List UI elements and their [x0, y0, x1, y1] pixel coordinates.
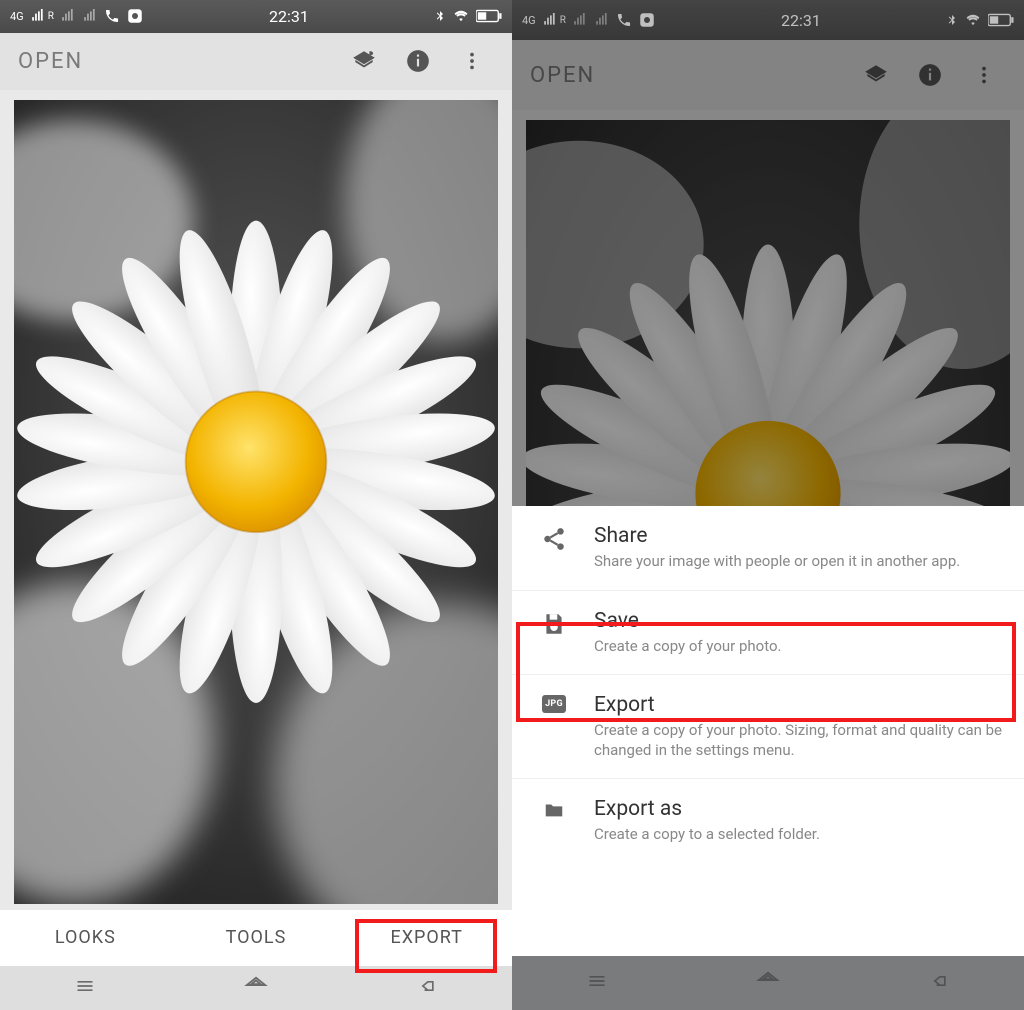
signal-bars-dim2-icon	[594, 13, 610, 27]
home-icon	[242, 975, 270, 997]
status-right-group	[434, 8, 502, 24]
folder-icon	[541, 799, 567, 821]
status-time: 22:31	[144, 7, 434, 26]
bluetooth-icon	[434, 8, 446, 24]
sheet-title: Export as	[594, 797, 1004, 821]
nav-home-button[interactable]	[242, 975, 270, 1001]
nav-back-button[interactable]	[414, 976, 440, 1000]
layers-undo-icon	[351, 48, 377, 74]
info-icon	[917, 62, 943, 88]
nav-back-button[interactable]	[926, 971, 952, 995]
device-nav-bar	[0, 966, 512, 1010]
status-carrier: 4G	[10, 10, 24, 23]
sheet-item-save[interactable]: Save Create a copy of your photo.	[512, 590, 1024, 675]
status-carrier: 4G	[522, 14, 536, 27]
camera-app-icon	[638, 11, 656, 29]
sheet-desc: Create a copy of your photo. Sizing, for…	[594, 721, 1004, 760]
phone-icon	[104, 8, 120, 24]
info-button[interactable]	[396, 39, 440, 83]
signal-bars-icon	[30, 9, 46, 23]
hamburger-icon	[72, 976, 98, 996]
sheet-title: Save	[594, 609, 1004, 633]
wifi-icon	[452, 9, 470, 23]
edited-photo[interactable]	[14, 100, 498, 904]
save-icon	[541, 611, 567, 637]
device-nav-bar	[512, 956, 1024, 1010]
sheet-desc: Create a copy of your photo.	[594, 637, 1004, 657]
camera-app-icon	[126, 7, 144, 25]
nav-home-button[interactable]	[754, 970, 782, 996]
layers-undo-icon	[863, 62, 889, 88]
undo-stack-button[interactable]	[854, 53, 898, 97]
phone-icon	[616, 12, 632, 28]
info-button[interactable]	[908, 53, 952, 97]
status-time: 22:31	[656, 11, 946, 30]
info-icon	[405, 48, 431, 74]
signal-bars-dim2-icon	[82, 9, 98, 23]
right-screenshot: 4G R 22:31 OPEN	[512, 0, 1024, 1010]
nav-recent-button[interactable]	[72, 976, 98, 1000]
tab-tools[interactable]: TOOLS	[171, 910, 342, 966]
status-left-group: 4G R	[10, 7, 144, 25]
back-icon	[414, 976, 440, 996]
back-icon	[926, 971, 952, 991]
app-header: OPEN	[512, 40, 1024, 110]
signal-bars-dim-icon	[572, 13, 588, 27]
sheet-item-share[interactable]: Share Share your image with people or op…	[512, 506, 1024, 590]
open-button[interactable]: OPEN	[530, 63, 595, 88]
sheet-desc: Create a copy to a selected folder.	[594, 825, 1004, 845]
app-header: OPEN	[0, 33, 512, 90]
image-canvas-area	[0, 90, 512, 910]
nav-recent-button[interactable]	[584, 971, 610, 995]
bluetooth-icon	[946, 12, 958, 28]
status-left-group: 4G R	[522, 11, 656, 29]
bottom-tab-bar: LOOKS TOOLS EXPORT	[0, 910, 512, 966]
tab-export[interactable]: EXPORT	[341, 910, 512, 966]
sheet-item-export-as[interactable]: Export as Create a copy to a selected fo…	[512, 778, 1024, 863]
open-button[interactable]: OPEN	[18, 49, 83, 74]
signal-bars-dim-icon	[60, 9, 76, 23]
wifi-icon	[964, 13, 982, 27]
undo-stack-button[interactable]	[342, 39, 386, 83]
home-icon	[754, 970, 782, 992]
sheet-item-export[interactable]: JPG Export Create a copy of your photo. …	[512, 674, 1024, 778]
left-screenshot: 4G R 22:31 OPEN	[0, 0, 512, 1010]
status-bar: 4G R 22:31	[0, 0, 512, 33]
tab-looks[interactable]: LOOKS	[0, 910, 171, 966]
status-roaming: R	[560, 15, 566, 26]
kebab-menu-icon	[973, 64, 995, 86]
menu-button[interactable]	[450, 39, 494, 83]
status-right-group	[946, 12, 1014, 28]
kebab-menu-icon	[461, 50, 483, 72]
sheet-desc: Share your image with people or open it …	[594, 552, 1004, 572]
export-bottom-sheet: Share Share your image with people or op…	[512, 506, 1024, 956]
menu-button[interactable]	[962, 53, 1006, 97]
status-roaming: R	[48, 11, 54, 22]
battery-icon	[988, 13, 1014, 27]
signal-bars-icon	[542, 13, 558, 27]
sheet-title: Share	[594, 524, 1004, 548]
battery-icon	[476, 9, 502, 23]
status-bar: 4G R 22:31	[512, 0, 1024, 40]
sheet-title: Export	[594, 693, 1004, 717]
hamburger-icon	[584, 971, 610, 991]
share-icon	[541, 526, 567, 552]
jpg-badge-icon: JPG	[542, 695, 566, 713]
